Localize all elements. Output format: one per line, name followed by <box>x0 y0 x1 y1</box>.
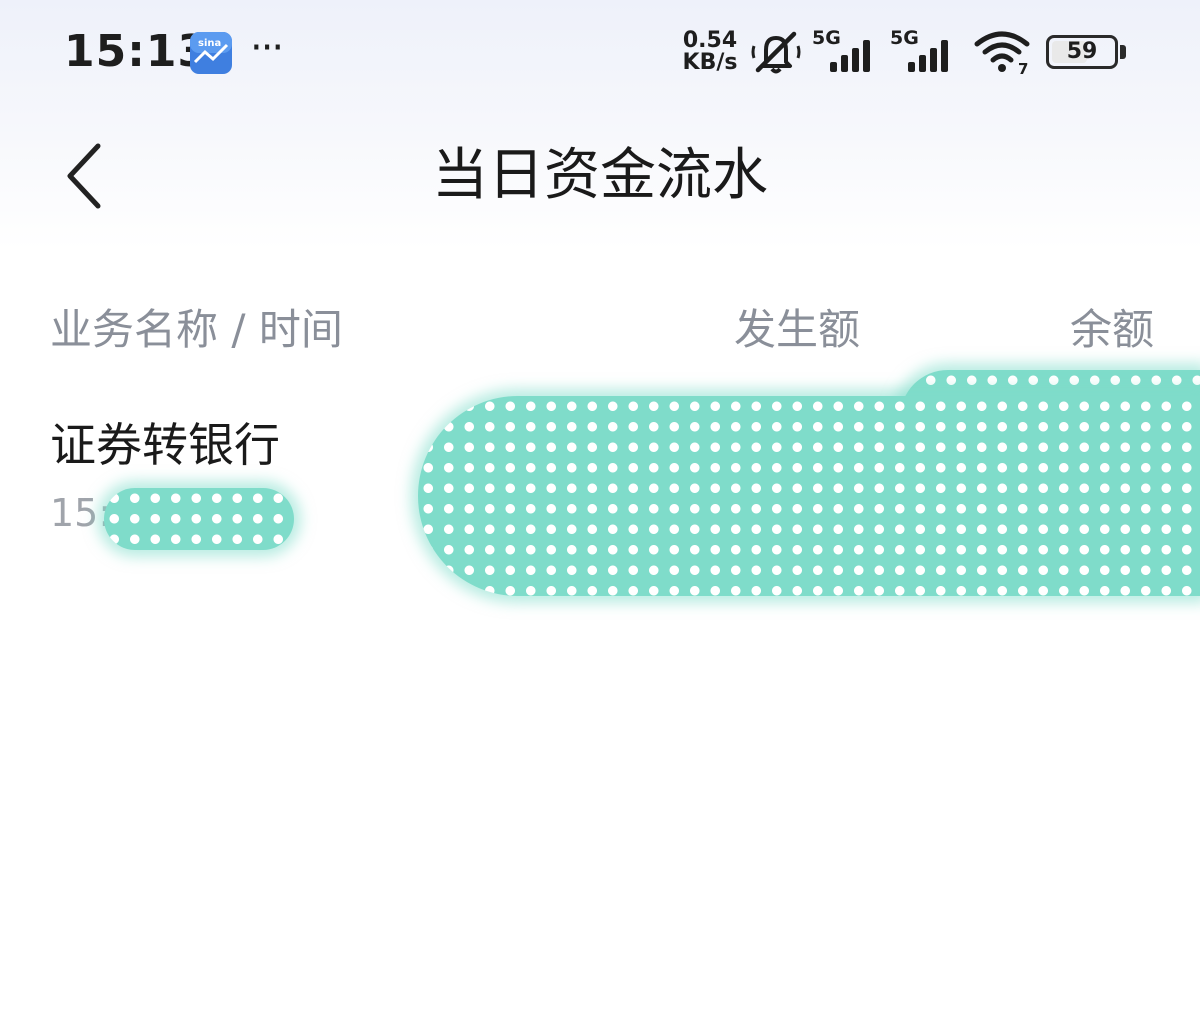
signal-strength-2: 5G <box>890 28 960 74</box>
table-row[interactable]: 证券转银行 15: <box>0 370 1200 600</box>
page-title: 当日资金流水 <box>432 143 768 208</box>
transaction-name: 证券转银行 <box>50 418 280 472</box>
back-button[interactable] <box>56 136 120 216</box>
signal-strength-1: 5G <box>812 28 882 74</box>
transaction-time: 15: <box>50 491 112 535</box>
redaction-mask-values <box>418 396 1200 596</box>
column-header-name-time: 业务名称 / 时间 <box>50 305 343 354</box>
signal-icon <box>830 40 870 72</box>
more-notifications-icon: ··· <box>250 25 284 71</box>
svg-text:sina: sina <box>198 38 221 49</box>
battery-percent: 59 <box>1066 39 1098 64</box>
wifi-icon: 7 <box>974 31 1030 76</box>
status-time: 15:13 <box>64 26 210 77</box>
network-speed-unit: KB/s <box>682 50 738 75</box>
battery-icon: 59 <box>1046 35 1118 69</box>
redaction-mask-time <box>104 488 294 550</box>
column-header-amount: 发生额 <box>734 305 861 354</box>
column-header-balance: 余额 <box>1069 305 1154 354</box>
network-speed-value: 0.54 <box>682 28 738 53</box>
chevron-left-icon <box>67 143 101 209</box>
battery-tip <box>1120 45 1126 59</box>
wifi-label: 7 <box>1018 60 1028 76</box>
finance-app-icon: sina <box>190 32 232 74</box>
signal-icon <box>908 40 948 72</box>
network-speed: 0.54 KB/s <box>680 30 740 74</box>
status-bar: 15:13 sina ··· 0.54 KB/s 5G 5G 7 59 <box>0 0 1200 100</box>
mute-icon <box>751 31 801 74</box>
